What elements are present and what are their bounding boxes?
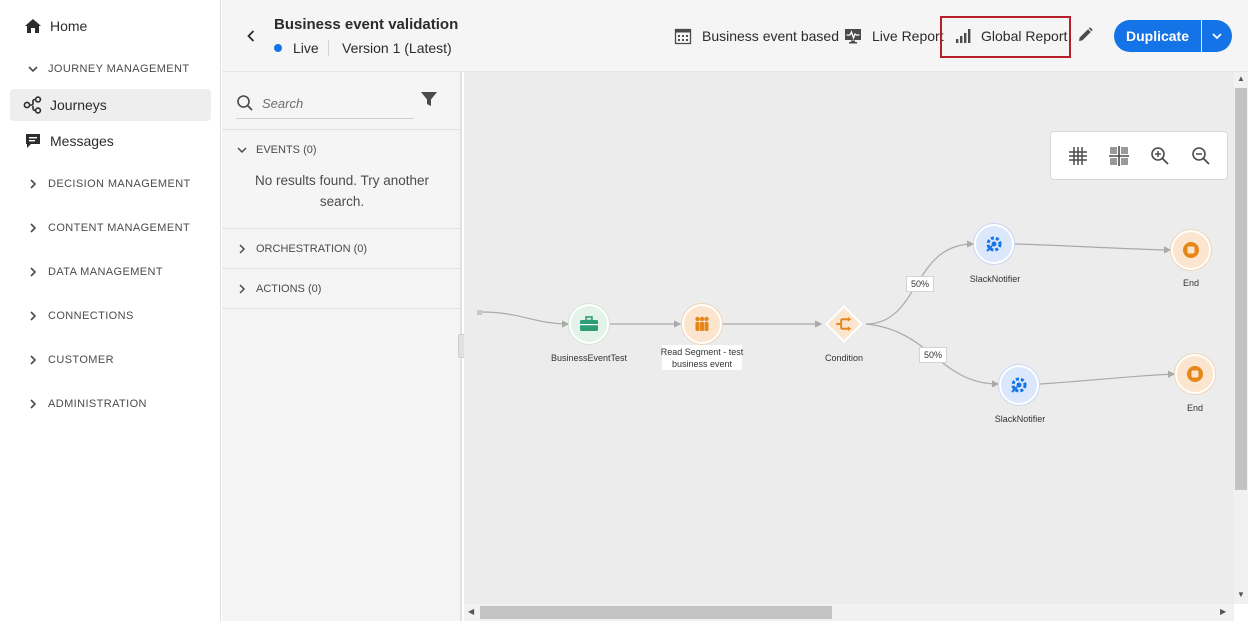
scrollbar-thumb[interactable]	[1235, 88, 1247, 490]
horizontal-scrollbar[interactable]: ◀ ▶	[464, 604, 1234, 621]
grid-icon	[1068, 146, 1087, 165]
canvas-connections	[477, 240, 1176, 388]
zoom-out-icon	[1191, 146, 1210, 165]
node-label: Condition	[824, 353, 864, 363]
read-segment-node[interactable]	[682, 304, 722, 344]
fit-icon	[1108, 145, 1129, 166]
business-event-node[interactable]	[569, 304, 609, 344]
slack-notifier-node-top[interactable]	[974, 224, 1014, 264]
node-label: End	[1186, 403, 1203, 413]
zoom-in-icon	[1150, 146, 1169, 165]
zoom-out-button[interactable]	[1188, 143, 1214, 169]
node-label-line1: Read Segment - test	[660, 347, 744, 357]
stop-icon	[1183, 242, 1199, 258]
scroll-right-icon[interactable]: ▶	[1220, 607, 1226, 616]
custom-action-icon	[1011, 377, 1027, 393]
stop-icon	[1187, 366, 1203, 382]
briefcase-icon	[580, 316, 598, 331]
split-percentage-top: 50%	[906, 276, 935, 292]
node-label: SlackNotifier	[994, 414, 1046, 424]
condition-diamond-icon	[825, 305, 863, 343]
scrollbar-thumb[interactable]	[480, 606, 832, 619]
zoom-in-button[interactable]	[1147, 143, 1173, 169]
node-label: End	[1182, 278, 1199, 288]
slack-notifier-node-bottom[interactable]	[999, 365, 1039, 405]
fit-to-screen-button[interactable]	[1106, 143, 1132, 169]
scroll-left-icon[interactable]: ◀	[468, 607, 474, 616]
canvas-zoom-toolbar	[1050, 131, 1228, 180]
people-icon	[695, 316, 709, 331]
scroll-up-icon[interactable]: ▲	[1237, 74, 1245, 83]
vertical-scrollbar[interactable]: ▲ ▼	[1234, 72, 1248, 604]
grid-button[interactable]	[1065, 143, 1091, 169]
split-percentage-bottom: 50%	[919, 347, 948, 363]
condition-node[interactable]	[824, 304, 864, 344]
end-node-bottom[interactable]	[1175, 354, 1215, 394]
end-node-top[interactable]	[1171, 230, 1211, 270]
node-label-line2: business event	[671, 359, 733, 369]
scroll-down-icon[interactable]: ▼	[1237, 590, 1245, 599]
node-label: BusinessEventTest	[550, 353, 628, 363]
node-label: SlackNotifier	[969, 274, 1021, 284]
custom-action-icon	[986, 236, 1002, 252]
